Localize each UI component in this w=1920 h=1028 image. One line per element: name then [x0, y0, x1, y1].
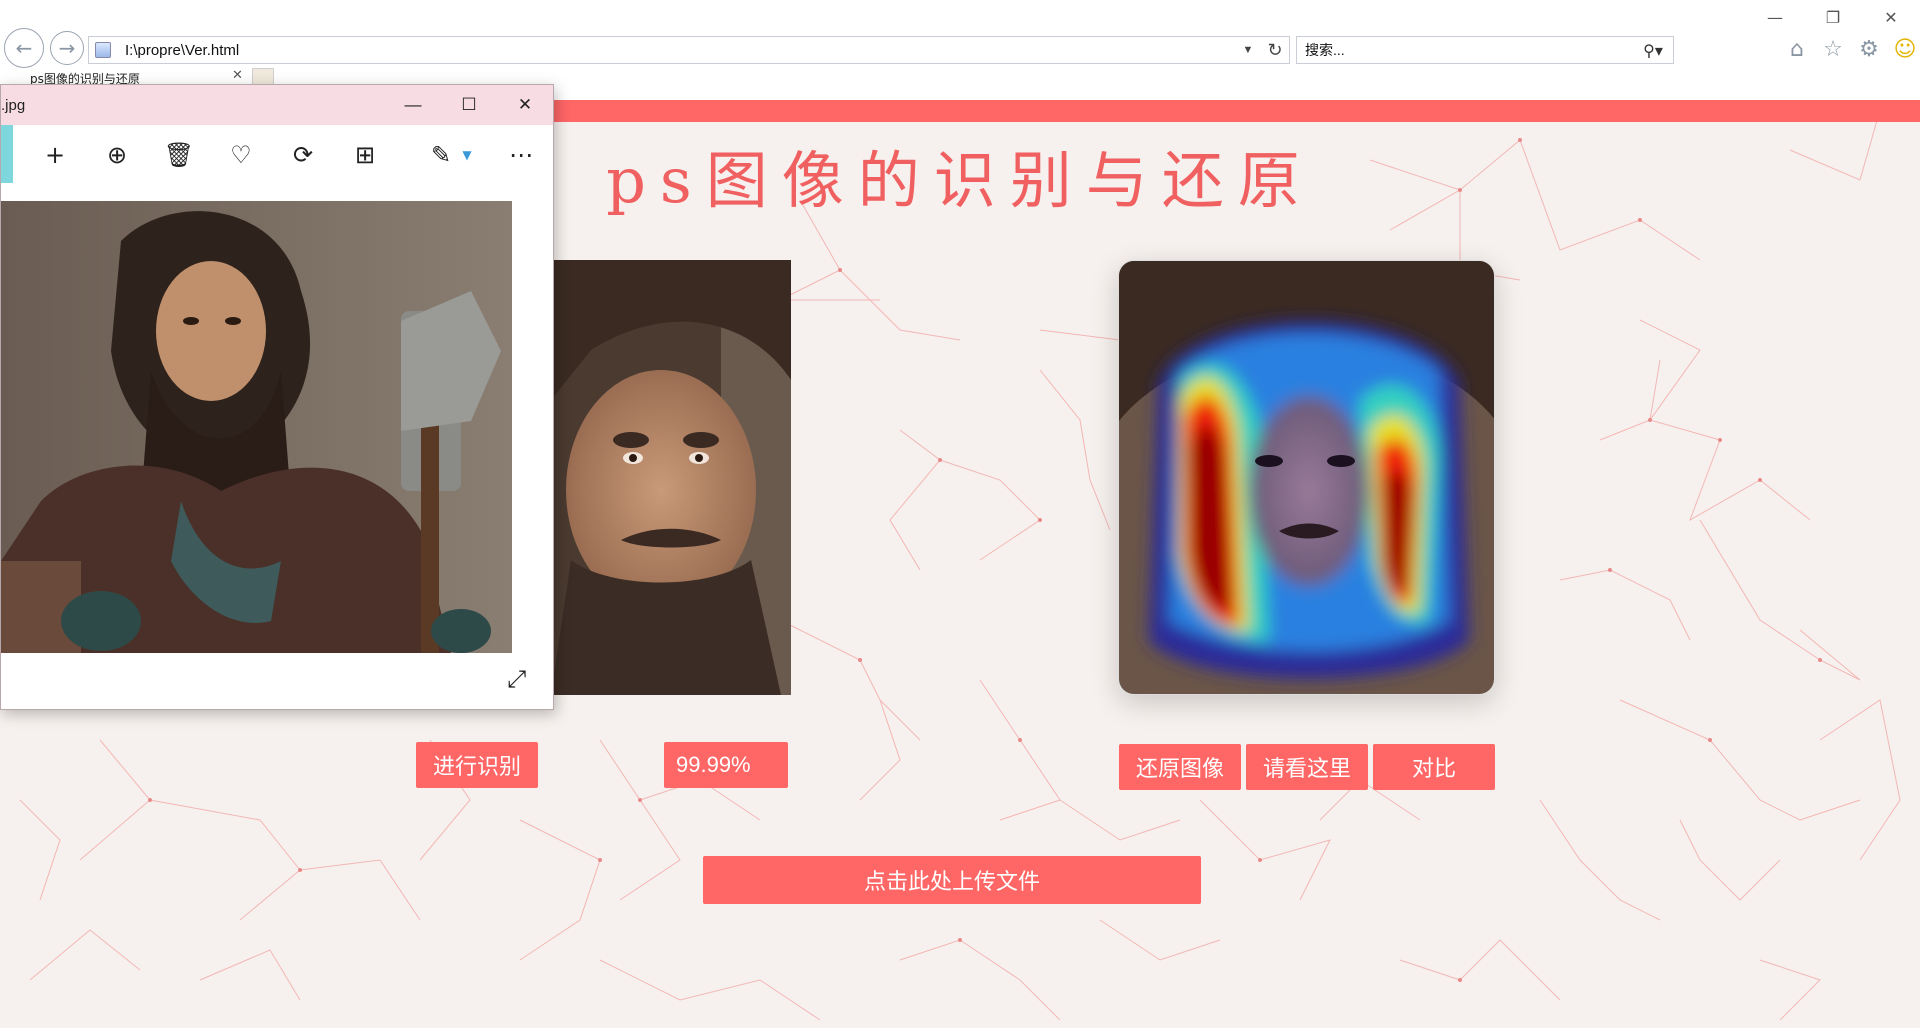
crop-icon[interactable]: ⊞ — [345, 135, 385, 175]
search-box[interactable]: 搜索... ⚲▾ — [1296, 36, 1674, 64]
page-favicon-icon — [95, 42, 111, 58]
viewer-maximize-button[interactable]: ☐ — [441, 95, 497, 115]
expand-icon[interactable]: ⤢ — [507, 665, 526, 693]
address-bar[interactable]: I:\propre\Ver.html ▼ ↻ — [88, 36, 1290, 64]
photo-viewer-window[interactable]: .jpg — ☐ ✕ + ⊕ 🗑 ♡ ⟳ ⊞ ✎ ▼ ⋯ ⤢ — [0, 84, 554, 710]
browser-tools: ⌂ ☆ ⚙ ☺ — [1784, 36, 1918, 62]
back-icon[interactable]: ← — [4, 28, 44, 68]
viewer-close-button[interactable]: ✕ — [497, 95, 553, 115]
viewer-toolbar: + ⊕ 🗑 ♡ ⟳ ⊞ ✎ ▼ ⋯ — [1, 125, 553, 183]
refresh-icon[interactable]: ↻ — [1261, 40, 1289, 61]
viewer-filename: .jpg — [1, 96, 26, 114]
gear-icon[interactable]: ⚙ — [1856, 36, 1882, 62]
star-icon[interactable]: ☆ — [1820, 36, 1846, 62]
recognize-button[interactable]: 进行识别 — [416, 742, 538, 788]
address-url[interactable]: I:\propre\Ver.html — [125, 42, 1235, 59]
viewer-photo — [1, 201, 512, 653]
viewer-titlebar[interactable]: .jpg — ☐ ✕ — [1, 85, 553, 125]
restored-heatmap-image — [1118, 260, 1495, 695]
restore-button[interactable]: ❐ — [1804, 0, 1862, 34]
delete-icon[interactable]: 🗑 — [159, 135, 199, 175]
forward-icon[interactable]: → — [50, 31, 84, 65]
score-badge: 99.99% — [664, 742, 788, 788]
rotate-icon[interactable]: ⟳ — [283, 135, 323, 175]
add-icon[interactable]: + — [35, 135, 75, 175]
window-controls: — ❐ ✕ — [1746, 0, 1920, 34]
more-icon[interactable]: ⋯ — [501, 135, 541, 175]
tab-close-icon[interactable]: ✕ — [232, 68, 243, 83]
search-input[interactable]: 搜索... — [1297, 40, 1633, 60]
recognized-image — [551, 260, 791, 695]
close-button[interactable]: ✕ — [1862, 0, 1920, 34]
home-icon[interactable]: ⌂ — [1784, 36, 1810, 62]
minimize-button[interactable]: — — [1746, 0, 1804, 34]
upload-file-button[interactable]: 点击此处上传文件 — [703, 856, 1201, 904]
favorite-icon[interactable]: ♡ — [221, 135, 261, 175]
search-icon[interactable]: ⚲▾ — [1633, 41, 1673, 60]
viewer-accent-strip — [1, 125, 13, 183]
zoom-in-icon[interactable]: ⊕ — [97, 135, 137, 175]
look-here-button[interactable]: 请看这里 — [1246, 744, 1368, 790]
chevron-down-icon[interactable]: ▼ — [447, 135, 487, 175]
restore-image-button[interactable]: 还原图像 — [1119, 744, 1241, 790]
smiley-icon[interactable]: ☺ — [1892, 36, 1918, 62]
viewer-minimize-button[interactable]: — — [385, 95, 441, 115]
compare-button[interactable]: 对比 — [1373, 744, 1495, 790]
chevron-down-icon[interactable]: ▼ — [1235, 44, 1261, 56]
